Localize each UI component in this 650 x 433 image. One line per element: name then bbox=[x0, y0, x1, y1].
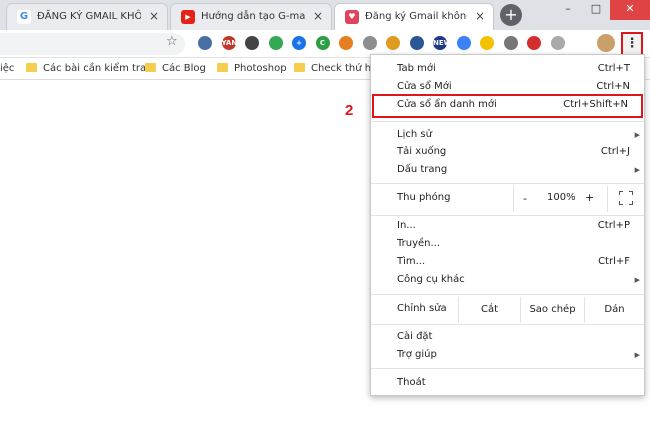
tab-title: ĐĂNG KÝ GMAIL KHÔNG bbox=[37, 11, 141, 22]
menu-item-settings[interactable]: Cài đặt bbox=[371, 328, 644, 346]
ext-icon-8[interactable] bbox=[362, 36, 377, 50]
new-tab-button[interactable]: + bbox=[500, 4, 522, 26]
ext-icon-10[interactable] bbox=[409, 36, 424, 50]
ext-icon-15[interactable] bbox=[527, 36, 541, 50]
tab-title: Hướng dẫn tạo G-mail k bbox=[201, 11, 305, 22]
ext-icon-9[interactable] bbox=[386, 36, 400, 50]
folder-icon bbox=[145, 63, 156, 72]
zoom-level: 100% bbox=[547, 192, 576, 203]
menu-edit-row: Chỉnh sửa Cắt Sao chép Dán bbox=[371, 297, 644, 323]
cut-button[interactable]: Cắt bbox=[458, 297, 520, 323]
bookmark-folder[interactable]: Các bài cần kiểm tra bbox=[26, 62, 146, 76]
chevron-right-icon: ▶ bbox=[634, 351, 640, 359]
maximize-button[interactable]: □ bbox=[582, 0, 610, 20]
menu-button[interactable]: ⋮ bbox=[621, 32, 643, 56]
zoom-divider bbox=[607, 186, 608, 212]
zoom-in-button[interactable]: + bbox=[585, 191, 594, 204]
menu-divider bbox=[371, 324, 644, 325]
menu-item-help[interactable]: Trợ giúp ▶ bbox=[371, 346, 644, 364]
bookmark-item[interactable]: iệc bbox=[0, 62, 14, 76]
google-icon: G bbox=[17, 10, 31, 24]
close-icon[interactable]: × bbox=[475, 4, 485, 29]
menu-divider bbox=[371, 215, 644, 216]
ext-icon-6[interactable]: C bbox=[315, 36, 330, 50]
tab-title: Đăng ký Gmail không cầ bbox=[365, 11, 467, 22]
avatar[interactable] bbox=[597, 34, 615, 52]
close-icon[interactable]: × bbox=[149, 4, 159, 29]
chevron-right-icon: ▶ bbox=[634, 131, 640, 139]
menu-divider bbox=[371, 121, 644, 122]
window-controls: – □ ✕ bbox=[554, 0, 650, 22]
bookmark-folder[interactable]: Photoshop bbox=[217, 62, 287, 76]
youtube-icon: ▶ bbox=[181, 10, 195, 24]
address-bar[interactable] bbox=[0, 33, 185, 55]
chevron-right-icon: ▶ bbox=[634, 276, 640, 284]
tab-gmail-active[interactable]: ♥ Đăng ký Gmail không cầ × bbox=[334, 3, 494, 30]
ext-icon-2[interactable]: YAN bbox=[221, 36, 237, 50]
menu-divider bbox=[371, 368, 644, 369]
bookmark-folder[interactable]: Các Blog bbox=[145, 62, 206, 76]
menu-item-downloads[interactable]: Tải xuống Ctrl+J bbox=[371, 143, 644, 161]
tab-gmail-1[interactable]: G ĐĂNG KÝ GMAIL KHÔNG × bbox=[6, 3, 168, 30]
zoom-divider bbox=[513, 186, 514, 212]
ext-icon-14[interactable] bbox=[503, 36, 518, 50]
close-icon[interactable]: × bbox=[313, 4, 323, 29]
ext-icon-12[interactable] bbox=[456, 36, 471, 50]
ext-icon-16[interactable] bbox=[550, 36, 565, 50]
menu-divider bbox=[371, 183, 644, 184]
copy-button[interactable]: Sao chép bbox=[520, 297, 584, 323]
minimize-button[interactable]: – bbox=[554, 0, 582, 20]
window-close-button[interactable]: ✕ bbox=[610, 0, 650, 20]
tab-youtube[interactable]: ▶ Hướng dẫn tạo G-mail k × bbox=[170, 3, 332, 30]
menu-item-incognito-window[interactable]: Cửa sổ ẩn danh mới Ctrl+Shift+N bbox=[372, 94, 643, 118]
heart-icon: ♥ bbox=[345, 10, 359, 24]
ext-icon-13[interactable] bbox=[480, 36, 494, 50]
chevron-right-icon: ▶ bbox=[634, 166, 640, 174]
menu-item-history[interactable]: Lịch sử ▶ bbox=[371, 126, 644, 144]
step-number-2: 2 bbox=[345, 102, 354, 119]
menu-item-more-tools[interactable]: Công cụ khác ▶ bbox=[371, 271, 644, 289]
ext-icon-11[interactable]: NEW bbox=[433, 36, 451, 50]
folder-icon bbox=[217, 63, 228, 72]
fullscreen-icon[interactable] bbox=[619, 191, 633, 205]
paste-button[interactable]: Dán bbox=[584, 297, 644, 323]
zoom-out-button[interactable]: - bbox=[523, 192, 527, 205]
menu-divider bbox=[371, 294, 644, 295]
ext-icon-7[interactable] bbox=[339, 36, 353, 50]
folder-icon bbox=[26, 63, 37, 72]
menu-item-bookmarks[interactable]: Dấu trang ▶ bbox=[371, 161, 644, 179]
folder-icon bbox=[294, 63, 305, 72]
menu-item-find[interactable]: Tìm... Ctrl+F bbox=[371, 253, 644, 271]
bookmark-folder[interactable]: Check thứ hạ bbox=[294, 62, 377, 76]
menu-item-exit[interactable]: Thoát bbox=[371, 374, 644, 392]
ext-icon-1[interactable] bbox=[198, 36, 212, 50]
menu-item-cast[interactable]: Truyền... bbox=[371, 235, 644, 253]
star-icon[interactable]: ☆ bbox=[166, 34, 178, 49]
menu-item-new-window[interactable]: Cửa sổ Mới Ctrl+N bbox=[371, 78, 644, 96]
menu-zoom-row: Thu phóng - 100% + bbox=[371, 186, 644, 212]
menu-item-print[interactable]: In... Ctrl+P bbox=[371, 217, 644, 235]
menu-item-new-tab[interactable]: Tab mới Ctrl+T bbox=[371, 60, 644, 78]
tab-strip: G ĐĂNG KÝ GMAIL KHÔNG × ▶ Hướng dẫn tạo … bbox=[0, 0, 650, 30]
chrome-menu: Tab mới Ctrl+T Cửa sổ Mới Ctrl+N Cửa sổ … bbox=[370, 54, 645, 396]
ext-icon-3[interactable] bbox=[245, 36, 259, 50]
ext-icon-5[interactable]: + bbox=[292, 36, 306, 50]
ext-icon-4[interactable] bbox=[268, 36, 283, 50]
